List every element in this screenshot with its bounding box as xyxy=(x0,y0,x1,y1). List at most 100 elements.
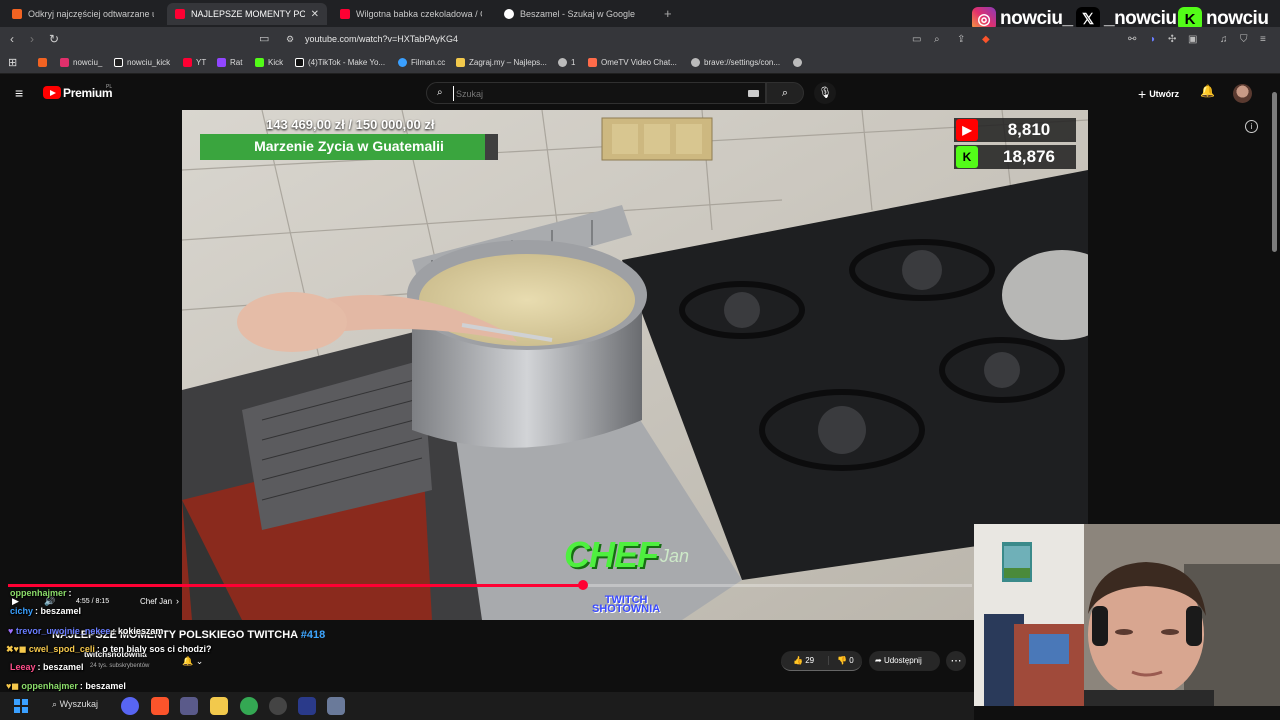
youtube-logo-text[interactable]: Premium xyxy=(63,86,113,100)
dislike-count: 0 xyxy=(849,656,854,665)
chevron-down-icon: ⌄ xyxy=(195,656,204,666)
like-button[interactable]: 👍 29 xyxy=(781,656,829,665)
bookmark-item[interactable] xyxy=(38,58,51,67)
bookmark-item[interactable]: Filman.cc xyxy=(398,58,445,67)
taskbar-search-label: Wyszukaj xyxy=(59,699,98,709)
url-field[interactable]: youtube.com/watch?v=HXTabPAyKG4 xyxy=(305,34,458,44)
bookmark-item[interactable]: Zagraj.my – Najleps... xyxy=(456,58,547,67)
notifications-bell-icon[interactable]: 🔔 xyxy=(1200,84,1215,98)
bookmark-label: nowciu_ xyxy=(73,58,103,67)
bookmark-item[interactable]: nowciu_ xyxy=(60,58,102,67)
info-icon[interactable]: i xyxy=(1245,120,1258,133)
tab-label: Odkryj najczęściej odtwarzane utwory xyxy=(28,9,154,19)
bookmark-label: Kick xyxy=(268,58,284,67)
browser-tab-1[interactable]: Odkryj najczęściej odtwarzane utwory xyxy=(4,3,162,25)
back-icon[interactable]: ‹ xyxy=(10,32,14,46)
site-info-icon[interactable]: ⚙ xyxy=(286,34,294,45)
forward-icon[interactable]: › xyxy=(30,32,34,46)
browser-tab-2[interactable]: NAJLEPSZE MOMENTY POLSKIEGO TWITCHA ✕ xyxy=(167,3,327,25)
settings-icon[interactable] xyxy=(327,697,345,715)
more-actions-icon[interactable]: ⋯ xyxy=(946,651,966,671)
obs-icon[interactable] xyxy=(269,697,287,715)
bookmark-item[interactable]: brave://settings/con... xyxy=(691,58,780,67)
badge-icons: ♥◼ xyxy=(6,681,19,691)
create-button[interactable]: + Utwórz xyxy=(1138,86,1179,102)
chat-message: cichy: beszamel xyxy=(10,606,81,616)
bookmark-item[interactable]: Rat xyxy=(217,58,242,67)
bookmark-label: Filman.cc xyxy=(411,58,446,67)
youtube-icon xyxy=(183,58,192,67)
app-icon[interactable] xyxy=(180,697,198,715)
kick-count: 18,876 xyxy=(1003,147,1055,166)
reload-icon[interactable]: ↻ xyxy=(49,32,59,46)
keyboard-icon[interactable] xyxy=(748,90,759,97)
instagram-icon xyxy=(60,58,69,67)
hamburger-menu-icon[interactable]: ≡ xyxy=(15,85,23,101)
video-progress-bar[interactable] xyxy=(8,580,972,590)
windows-start-icon[interactable] xyxy=(14,699,28,713)
cast-icon[interactable]: ▭ xyxy=(912,34,921,45)
new-tab-button[interactable]: + xyxy=(664,6,672,21)
share-icon[interactable]: ⇪ xyxy=(957,34,965,45)
bookmark-item[interactable]: 1 xyxy=(558,58,575,67)
globe-icon xyxy=(793,58,802,67)
chrome-icon[interactable] xyxy=(240,697,258,715)
video-player[interactable]: 143 469,00 zł / 150 000,00 zł Marzenie Z… xyxy=(182,110,1088,620)
chat-text: : beszamel xyxy=(37,662,84,672)
taskbar-search[interactable]: ⌕ Wyszukaj xyxy=(52,699,98,710)
share-button[interactable]: ➦ Udostępnij xyxy=(869,651,940,671)
youtube-logo-icon[interactable] xyxy=(43,86,61,99)
wallet-icon[interactable]: ⛉ xyxy=(1240,34,1248,45)
search-button[interactable]: ⌕ xyxy=(766,82,804,104)
chat-text: : xyxy=(68,588,72,598)
sidebar-icon[interactable]: ▣ xyxy=(1188,34,1197,45)
bookmark-item[interactable]: Kick xyxy=(255,58,283,67)
bookmark-item[interactable]: (4)TikTok - Make Yo... xyxy=(295,58,385,67)
puzzle-icon[interactable]: ✣ xyxy=(1168,34,1176,45)
chat-username: trevor_uwojnie_nekee xyxy=(15,626,111,636)
browser-tab-4[interactable]: Beszamel - Szukaj w Google xyxy=(496,3,654,25)
file-explorer-icon[interactable] xyxy=(210,697,228,715)
apps-icon[interactable]: ⊞ xyxy=(8,56,17,69)
video-episode-tag[interactable]: #418 xyxy=(301,629,325,641)
voice-search-button[interactable]: 🎙 xyxy=(814,82,836,104)
avatar[interactable] xyxy=(1233,84,1252,103)
app-icon[interactable] xyxy=(298,697,316,715)
extension-icon[interactable]: ⚯ xyxy=(1128,34,1136,45)
bookmark-item[interactable]: OmeTV Video Chat... xyxy=(588,58,677,67)
progress-scrubber-handle[interactable] xyxy=(577,580,588,590)
share-label: Udostępnij xyxy=(883,656,922,665)
subscribe-bell-button[interactable]: 🔔 ⌄ xyxy=(182,656,216,670)
chat-username: Leeay xyxy=(10,662,36,672)
vpn-icon[interactable]: ◗ xyxy=(1150,34,1156,45)
music-app-icon xyxy=(12,9,22,19)
bookmark-item[interactable]: YT xyxy=(183,58,206,67)
time-display: 4:55 / 8:15 xyxy=(76,598,110,605)
discord-icon[interactable] xyxy=(121,697,139,715)
dislike-button[interactable]: 👎 0 xyxy=(829,656,854,665)
close-icon[interactable]: ✕ xyxy=(311,9,319,20)
bookmark-item[interactable]: nowciu_kick xyxy=(114,58,170,67)
brave-browser-icon[interactable] xyxy=(151,697,169,715)
menu-icon[interactable]: ≡ xyxy=(1260,34,1266,45)
brave-shield-icon[interactable]: ◆ xyxy=(982,34,990,45)
bookmark-icon[interactable]: ▭ xyxy=(259,32,269,45)
heart-icon: ♥ xyxy=(8,626,14,636)
youtube-icon xyxy=(175,9,185,19)
chapter-title[interactable]: Chef Jan xyxy=(140,597,172,606)
music-icon[interactable]: ♫ xyxy=(1220,34,1228,45)
bookmark-label: Rat xyxy=(230,58,243,67)
bookmark-label: brave://settings/con... xyxy=(704,58,781,67)
browser-tab-3[interactable]: Wilgotna babka czekoladowa / Odda xyxy=(332,3,490,25)
tab-label: Beszamel - Szukaj w Google xyxy=(520,9,636,19)
youtube-count: 8,810 xyxy=(1007,120,1051,139)
chevron-right-icon[interactable]: › xyxy=(176,596,179,606)
search-input[interactable] xyxy=(453,86,723,101)
youtube-header: ≡ Premium PL ⌕ ⌕ 🎙 +Utwórz 🔔 xyxy=(0,76,1280,110)
zoom-icon[interactable]: ⌕ xyxy=(934,34,940,45)
chef-logo-script: Jan xyxy=(660,546,690,566)
chat-message: ♥◼ oppenhajmer: beszamel xyxy=(6,681,126,692)
page-scrollbar[interactable] xyxy=(1272,92,1277,252)
bookmark-item[interactable] xyxy=(793,58,806,67)
goal-target: / 150 000,00 zł xyxy=(348,117,435,132)
